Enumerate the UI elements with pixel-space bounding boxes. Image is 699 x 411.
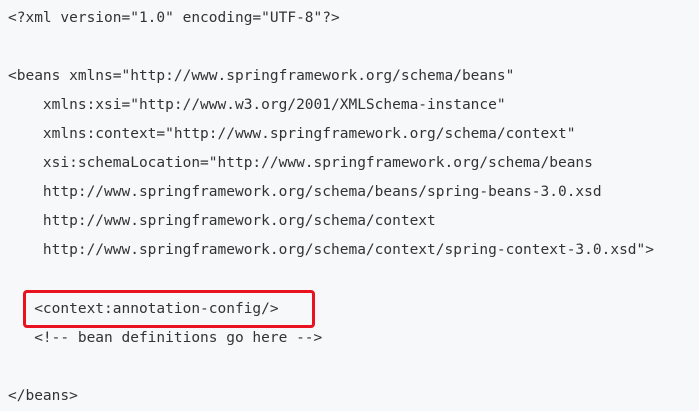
code-line-beans-close: </beans> — [8, 388, 78, 404]
code-line-context-schema: http://www.springframework.org/schema/co… — [8, 213, 436, 229]
code-line-beans-open: <beans xmlns="http://www.springframework… — [8, 68, 515, 84]
code-line-xml-declaration: <?xml version="1.0" encoding="UTF-8"?> — [8, 10, 340, 26]
highlight-box — [23, 290, 315, 328]
code-line-beans-xsd: http://www.springframework.org/schema/be… — [8, 184, 602, 200]
code-line-context-xsd: http://www.springframework.org/schema/co… — [8, 242, 655, 258]
code-line-xmlns-context: xmlns:context="http://www.springframewor… — [8, 126, 576, 142]
code-line-comment: <!-- bean definitions go here --> — [8, 330, 323, 346]
code-block: <?xml version="1.0" encoding="UTF-8"?> <… — [0, 0, 699, 411]
code-line-xmlns-xsi: xmlns:xsi="http://www.w3.org/2001/XMLSch… — [8, 97, 506, 113]
code-line-schema-location: xsi:schemaLocation="http://www.springfra… — [8, 155, 593, 171]
